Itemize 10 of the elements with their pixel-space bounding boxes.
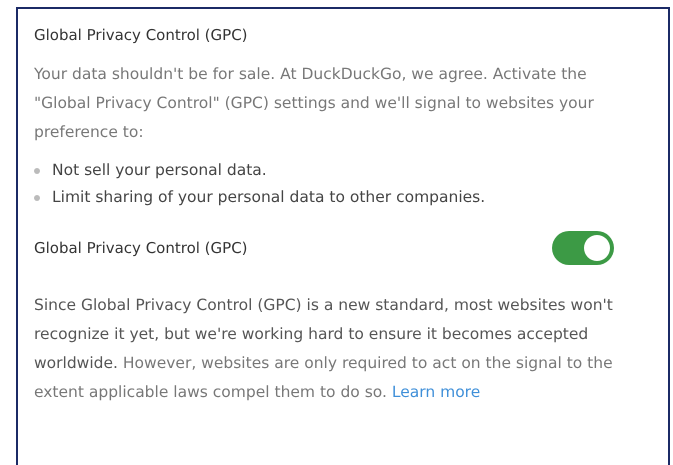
intro-text: Your data shouldn't be for sale. At DuckDuckGo, we agree. Activate the "Global Privacy Control" (GPC) settings and we'll signal to websites your preference to: [34, 64, 595, 143]
bullet-text: Not sell your personal data. [52, 160, 267, 181]
toggle-switch[interactable] [552, 231, 614, 265]
note-text: Since Global Privacy Control (GPC) is a new standard, most websites won't recognize it yet, but we're working hard to ensure it becomes accepted worldwide. However, websites are only required to act on the signal to the extent applicable laws compel them to do so. Learn more [34, 295, 614, 403]
bullet-icon [34, 194, 40, 200]
bullet-text: Limit sharing of your personal data to other companies. [52, 187, 486, 208]
bullet-icon [34, 168, 40, 174]
setting-label: Global Privacy Control (GPC) [34, 239, 248, 257]
learn-more-link[interactable]: Learn more [392, 383, 480, 401]
section-title: Global Privacy Control (GPC) [34, 25, 249, 46]
